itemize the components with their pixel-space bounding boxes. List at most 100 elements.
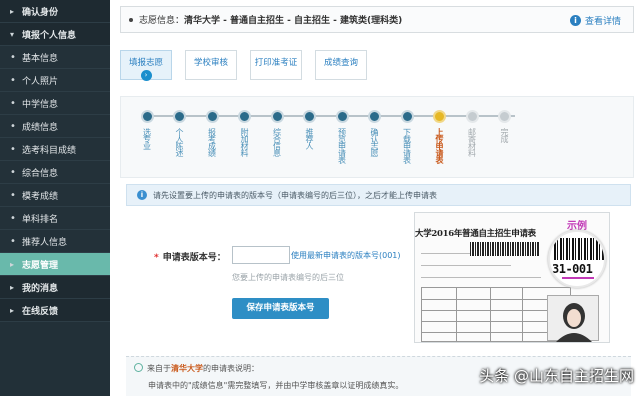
volunteer-info-text: 志愿信息：清华大学 - 普通自主招生 - 自主招生 - 建筑类(理科类) <box>139 13 402 26</box>
sidebar-item-label: 成绩信息 <box>22 122 59 133</box>
step-label: 确认志愿 <box>370 128 379 156</box>
note-prefix: 来自于 <box>147 364 171 373</box>
info-icon: i <box>137 190 147 200</box>
notice-text: 请先设置要上传的申请表的版本号（申请表编号的后三位），之后才能上传申请表 <box>153 190 437 200</box>
step-circle-icon <box>433 110 446 123</box>
sidebar-item[interactable]: ▾ 填报个人信息 <box>0 23 110 46</box>
bullet-icon: • <box>10 212 16 224</box>
bullet-icon: • <box>10 143 16 155</box>
watermark: 头条 @山东自主招生网 <box>479 367 634 385</box>
process-tab-label: 打印准考证 <box>254 58 298 68</box>
sample-code: 31-001 <box>552 262 593 276</box>
sample-photo <box>547 295 599 342</box>
sidebar-item[interactable]: ▸ 确认身份 <box>0 0 110 23</box>
sidebar-item-label: 基本信息 <box>22 53 59 64</box>
progress-step: 下载申请表 <box>400 110 414 163</box>
step-circle-icon <box>400 110 414 123</box>
progress-steps: 选专业 个人陈述 报考成绩 附加材料 综合信息 推荐人 预览申请表 确认志愿 下载申请表 上传申请… <box>120 96 634 178</box>
progress-step: 邮寄材料 <box>465 110 479 156</box>
use-latest-version-link[interactable]: 使用最新申请表的版本号(001) <box>291 250 401 261</box>
bullet-icon: • <box>10 166 16 178</box>
progress-step: 个人陈述 <box>173 110 186 156</box>
step-label: 上传申请表 <box>435 128 444 163</box>
note-university[interactable]: 清华大学 <box>171 364 203 373</box>
progress-step: 确认志愿 <box>368 110 381 156</box>
step-circle-icon <box>303 110 316 123</box>
sidebar-item-label: 中学信息 <box>22 99 59 110</box>
progress-step: 推荐人 <box>303 110 316 149</box>
sample-rule <box>421 277 541 278</box>
step-label: 推荐人 <box>305 128 314 149</box>
progress-step: 预览申请表 <box>335 110 349 163</box>
arrow-right-icon: › <box>140 70 152 81</box>
process-tab[interactable]: 成绩查询 <box>315 50 367 80</box>
sidebar-item[interactable]: • 综合信息 <box>0 161 110 184</box>
view-details-link[interactable]: i 查看详情 <box>569 14 621 27</box>
save-version-button[interactable]: 保存申请表版本号 <box>232 298 329 319</box>
sidebar-item-label: 选考科目成绩 <box>22 145 77 156</box>
step-label: 个人陈述 <box>175 128 184 156</box>
process-tab-label: 学校审核 <box>193 58 228 68</box>
volunteer-info-value: 清华大学 - 普通自主招生 - 自主招生 - 建筑类(理科类) <box>184 16 403 26</box>
bullet-icon: • <box>10 235 16 247</box>
sidebar-item-label: 填报个人信息 <box>22 30 77 41</box>
sidebar-item-label: 确认身份 <box>22 7 59 18</box>
sidebar-item-label: 综合信息 <box>22 168 59 179</box>
step-circle-icon <box>368 110 381 123</box>
barcode-icon <box>554 238 604 260</box>
progress-step: 附加材料 <box>238 110 251 156</box>
sidebar-item[interactable]: • 模考成绩 <box>0 184 110 207</box>
step-label: 选专业 <box>142 128 152 149</box>
notice-banner: i 请先设置要上传的申请表的版本号（申请表编号的后三位），之后才能上传申请表 <box>126 184 631 206</box>
sidebar-item[interactable]: • 基本信息 <box>0 46 110 69</box>
step-circle-icon <box>140 110 154 123</box>
sidebar-item[interactable]: ▸ 志愿管理 <box>0 253 110 276</box>
person-silhouette-icon <box>556 303 592 342</box>
version-hint: 您要上传的申请表编号的后三位 <box>232 273 344 282</box>
process-tabs: 填报志愿 › 学校审核 打印准考证 成绩查询 <box>120 50 380 81</box>
chevron-icon: ▾ <box>10 29 15 39</box>
step-circle-icon <box>270 110 284 123</box>
bullet-icon <box>129 17 133 22</box>
sidebar-item-label: 模考成绩 <box>22 191 59 202</box>
progress-line <box>145 115 515 117</box>
step-label: 下载申请表 <box>402 128 412 163</box>
sidebar-item[interactable]: • 单科排名 <box>0 207 110 230</box>
step-label: 报考成绩 <box>207 128 217 156</box>
process-tab[interactable]: 填报志愿 › <box>120 50 172 81</box>
sidebar-item[interactable]: ▸ 我的消息 <box>0 276 110 299</box>
chevron-icon: ▸ <box>10 305 15 315</box>
version-number-input[interactable] <box>232 246 290 264</box>
step-label: 完成 <box>500 128 509 142</box>
volunteer-info-label: 志愿信息： <box>139 16 185 26</box>
sample-form-title: 大学2016年普通自主招生申请表 <box>415 229 536 239</box>
bullet-icon: • <box>10 189 16 201</box>
sidebar-item[interactable]: ▸ 在线反馈 <box>0 299 110 322</box>
step-circle-icon <box>173 110 186 123</box>
sidebar: ▸ 确认身份 ▾ 填报个人信息 • 基本信息 • 个人照片 • 中学信息 • 成绩信息 • 选考科目成绩 •… <box>0 0 110 396</box>
code-underline <box>562 277 594 279</box>
sidebar-item-label: 个人照片 <box>22 76 59 87</box>
volunteer-info-bar: 志愿信息：清华大学 - 普通自主招生 - 自主招生 - 建筑类(理科类) i 查… <box>120 6 634 33</box>
sidebar-item[interactable]: • 推荐人信息 <box>0 230 110 253</box>
version-label-text: 申请表版本号： <box>162 253 226 263</box>
note-suffix: 的申请表说明： <box>203 364 259 373</box>
sidebar-item[interactable]: • 成绩信息 <box>0 115 110 138</box>
version-label: * 申请表版本号： <box>154 250 226 263</box>
step-label: 综合信息 <box>272 128 282 156</box>
progress-step: 报考成绩 <box>205 110 219 156</box>
process-tab[interactable]: 打印准考证 <box>250 50 302 80</box>
sidebar-item-label: 我的消息 <box>22 283 59 294</box>
step-circle-icon <box>335 110 349 123</box>
sidebar-item-label: 推荐人信息 <box>22 237 68 248</box>
bullet-icon: • <box>10 74 16 86</box>
sidebar-item[interactable]: • 个人照片 <box>0 69 110 92</box>
progress-step: 上传申请表 <box>433 110 446 163</box>
magnifier-callout: 31-001 <box>548 230 606 288</box>
sidebar-item[interactable]: • 选考科目成绩 <box>0 138 110 161</box>
bullet-icon: • <box>10 120 16 132</box>
process-tab[interactable]: 学校审核 <box>185 50 237 80</box>
sidebar-item[interactable]: • 中学信息 <box>0 92 110 115</box>
view-details-label: 查看详情 <box>584 17 621 27</box>
process-tab-label: 填报志愿 <box>128 58 163 68</box>
